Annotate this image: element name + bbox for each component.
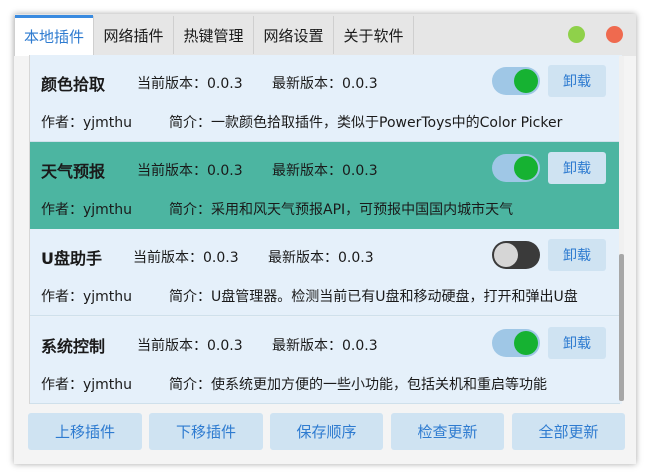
plugin-name: 系统控制 bbox=[41, 337, 106, 356]
plugin-list: 颜色拾取 当前版本：0.0.3 最新版本：0.0.3 卸载 作者：yjmthu … bbox=[29, 55, 622, 404]
latest-version: 最新版本：0.0.3 bbox=[268, 250, 374, 266]
enable-toggle[interactable] bbox=[492, 241, 540, 269]
plugin-row-system-control[interactable]: 系统控制 当前版本：0.0.3 最新版本：0.0.3 卸载 作者：yjmthu … bbox=[30, 317, 620, 404]
plugin-name: U盘助手 bbox=[41, 249, 102, 268]
plugin-description: 简介：使系统更加方便的一些小功能，包括关机和重启等功能 bbox=[169, 377, 547, 393]
toggle-knob bbox=[514, 156, 538, 180]
enable-toggle[interactable] bbox=[492, 67, 540, 95]
tab-bar: 本地插件 网络插件 热键管理 网络设置 关于软件 bbox=[14, 14, 636, 56]
plugin-description: 简介：采用和风天气预报API，可预报中国国内城市天气 bbox=[169, 202, 514, 218]
move-down-button[interactable]: 下移插件 bbox=[149, 413, 263, 450]
current-version: 当前版本：0.0.3 bbox=[137, 338, 243, 354]
plugin-author: 作者：yjmthu bbox=[41, 115, 133, 131]
maximize-button[interactable] bbox=[568, 26, 585, 43]
latest-version: 最新版本：0.0.3 bbox=[272, 163, 378, 179]
save-order-button[interactable]: 保存顺序 bbox=[270, 413, 383, 450]
current-version: 当前版本：0.0.3 bbox=[137, 163, 243, 179]
plugin-row-weather[interactable]: 天气预报 当前版本：0.0.3 最新版本：0.0.3 卸载 作者：yjmthu … bbox=[30, 142, 620, 229]
toggle-knob bbox=[514, 69, 538, 93]
plugin-name: 颜色拾取 bbox=[41, 75, 106, 94]
scrollbar-thumb[interactable] bbox=[619, 254, 624, 401]
tab-about-software[interactable]: 关于软件 bbox=[334, 16, 414, 54]
tab-network-settings[interactable]: 网络设置 bbox=[254, 16, 334, 54]
tab-hotkey-management[interactable]: 热键管理 bbox=[174, 16, 254, 54]
plugin-author: 作者：yjmthu bbox=[41, 377, 133, 393]
plugin-name: 天气预报 bbox=[41, 162, 106, 181]
plugin-row-usb-helper[interactable]: U盘助手 当前版本：0.0.3 最新版本：0.0.3 卸载 作者：yjmthu … bbox=[30, 229, 620, 316]
tab-network-plugins[interactable]: 网络插件 bbox=[94, 16, 174, 54]
uninstall-button[interactable]: 卸载 bbox=[548, 65, 606, 97]
close-button[interactable] bbox=[606, 26, 623, 43]
latest-version: 最新版本：0.0.3 bbox=[272, 338, 378, 354]
plugin-author: 作者：yjmthu bbox=[41, 289, 133, 305]
plugin-author: 作者：yjmthu bbox=[41, 202, 133, 218]
uninstall-button[interactable]: 卸载 bbox=[548, 239, 606, 271]
action-bar: 上移插件 下移插件 保存顺序 检查更新 全部更新 bbox=[14, 404, 636, 464]
enable-toggle[interactable] bbox=[492, 154, 540, 182]
enable-toggle[interactable] bbox=[492, 329, 540, 357]
plugin-description: 简介：一款颜色拾取插件，类似于PowerToys中的Color Picker bbox=[169, 115, 563, 131]
current-version: 当前版本：0.0.3 bbox=[133, 250, 239, 266]
update-all-button[interactable]: 全部更新 bbox=[512, 413, 625, 450]
tab-local-plugins[interactable]: 本地插件 bbox=[14, 15, 94, 56]
latest-version: 最新版本：0.0.3 bbox=[272, 76, 378, 92]
toggle-knob bbox=[514, 331, 538, 355]
plugin-row-color-picker[interactable]: 颜色拾取 当前版本：0.0.3 最新版本：0.0.3 卸载 作者：yjmthu … bbox=[30, 55, 620, 142]
current-version: 当前版本：0.0.3 bbox=[137, 76, 243, 92]
uninstall-button[interactable]: 卸载 bbox=[548, 152, 606, 184]
uninstall-button[interactable]: 卸载 bbox=[548, 327, 606, 359]
plugin-manager-window: 本地插件 网络插件 热键管理 网络设置 关于软件 颜色拾取 当前版本：0.0.3… bbox=[14, 14, 636, 464]
check-update-button[interactable]: 检查更新 bbox=[391, 413, 504, 450]
move-up-button[interactable]: 上移插件 bbox=[28, 413, 142, 450]
toggle-knob bbox=[494, 243, 518, 267]
plugin-description: 简介：U盘管理器。检测当前已有U盘和移动硬盘，打开和弹出U盘 bbox=[169, 289, 578, 305]
